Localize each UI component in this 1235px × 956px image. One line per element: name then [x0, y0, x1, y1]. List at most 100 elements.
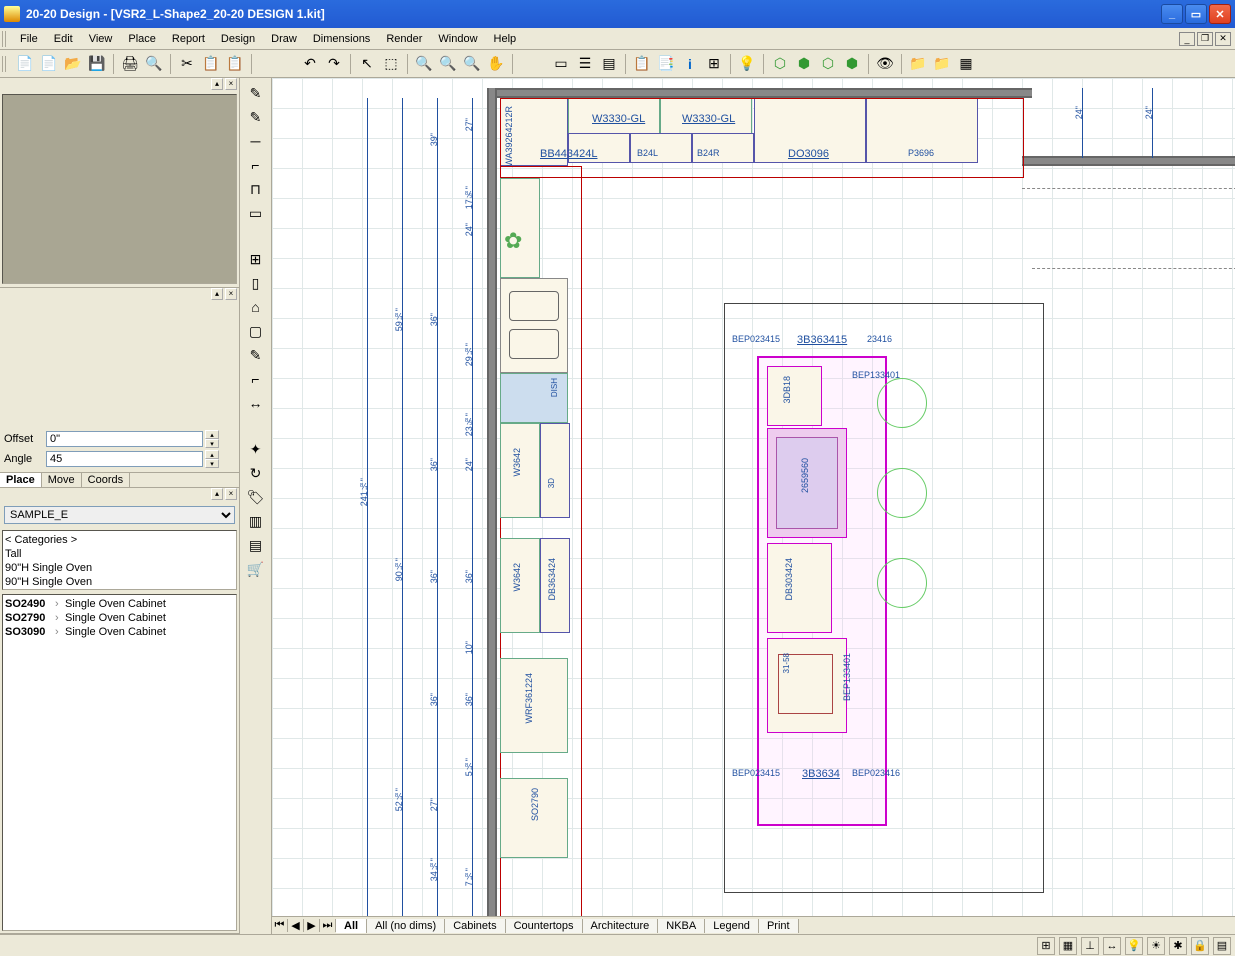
stool[interactable] [877, 378, 927, 428]
canvas-tab-nodims[interactable]: All (no dims) [367, 919, 445, 933]
catalog-categories[interactable]: < Categories > Tall 90"H Single Oven 90"… [2, 530, 237, 590]
angle-input[interactable] [46, 451, 203, 467]
drawing-canvas[interactable]: W3330-GL W3330-GL WA39264212R BB443424L … [272, 78, 1235, 916]
panel-pin-icon[interactable]: ▴ [211, 78, 223, 90]
menu-edit[interactable]: Edit [46, 31, 81, 47]
zoom-fit-icon[interactable]: 🔍 [461, 53, 483, 75]
view1-icon[interactable]: ▭ [550, 53, 572, 75]
angle-down[interactable]: ▾ [205, 459, 219, 468]
tag-icon[interactable]: 🏷 [245, 486, 267, 508]
pan-icon[interactable]: ✋ [485, 53, 507, 75]
select-icon[interactable]: ⬚ [380, 53, 402, 75]
opening-icon[interactable]: ▢ [245, 320, 267, 342]
offset-up[interactable]: ▴ [205, 430, 219, 439]
menu-view[interactable]: View [81, 31, 121, 47]
cabinet[interactable] [767, 366, 822, 426]
eye-icon[interactable]: 👁 [874, 53, 896, 75]
minimize-button[interactable]: _ [1161, 4, 1183, 24]
mdi-close[interactable]: ✕ [1215, 32, 1231, 46]
door-icon[interactable]: ▯ [245, 272, 267, 294]
pointer-icon[interactable]: ↖ [356, 53, 378, 75]
cart-icon[interactable]: 🛒 [245, 558, 267, 580]
wall[interactable] [492, 88, 1032, 98]
tab-prev[interactable]: ◀ [288, 919, 304, 932]
menu-render[interactable]: Render [378, 31, 430, 47]
zoom-in-icon[interactable]: 🔍 [413, 53, 435, 75]
rect-icon[interactable]: ▭ [245, 202, 267, 224]
panel-pin-icon[interactable]: ▴ [211, 288, 223, 300]
paste-icon[interactable]: 📋 [224, 53, 246, 75]
tab-coords[interactable]: Coords [82, 473, 130, 487]
status-dim-icon[interactable]: ↔ [1103, 937, 1121, 955]
cabinet[interactable] [767, 638, 847, 733]
list-icon[interactable]: 📋 [631, 53, 653, 75]
status-star-icon[interactable]: ✱ [1169, 937, 1187, 955]
rotate-icon[interactable]: ↻ [245, 462, 267, 484]
view3-icon[interactable]: ▤ [598, 53, 620, 75]
ushape-icon[interactable]: ⊓ [245, 178, 267, 200]
tab-move[interactable]: Move [42, 473, 82, 487]
folder1-icon[interactable]: 📁 [907, 53, 929, 75]
dim-icon[interactable]: ↔ [245, 392, 267, 414]
box1-icon[interactable]: ⬡ [769, 53, 791, 75]
tab-next[interactable]: ▶ [304, 919, 320, 932]
copy-icon[interactable]: 📋 [200, 53, 222, 75]
stool[interactable] [877, 558, 927, 608]
menu-design[interactable]: Design [213, 31, 263, 47]
tab-last[interactable]: ⏭ [320, 919, 336, 932]
menu-help[interactable]: Help [486, 31, 525, 47]
box2-icon[interactable]: ⬢ [793, 53, 815, 75]
new2-icon[interactable]: 📄 [38, 53, 60, 75]
list-item[interactable]: SO2790›Single Oven Cabinet [5, 611, 234, 625]
lshape-icon[interactable]: ⌐ [245, 154, 267, 176]
zoom-out-icon[interactable]: 🔍 [437, 53, 459, 75]
layer-icon[interactable]: ▥ [245, 510, 267, 532]
folder2-icon[interactable]: 📁 [931, 53, 953, 75]
report-icon[interactable]: 📑 [655, 53, 677, 75]
maximize-button[interactable]: ▭ [1185, 4, 1207, 24]
canvas-tab-all[interactable]: All [336, 919, 367, 933]
status-snap-icon[interactable]: ⊞ [1037, 937, 1055, 955]
status-sun-icon[interactable]: ☀ [1147, 937, 1165, 955]
save-icon[interactable]: 💾 [86, 53, 108, 75]
offset-input[interactable] [46, 431, 203, 447]
status-lock-icon[interactable]: 🔒 [1191, 937, 1209, 955]
pencil2-icon[interactable]: ✎ [245, 106, 267, 128]
mdi-minimize[interactable]: _ [1179, 32, 1195, 46]
list-item[interactable]: SO3090›Single Oven Cabinet [5, 625, 234, 639]
panel-pin-icon[interactable]: ▴ [211, 488, 223, 500]
menu-report[interactable]: Report [164, 31, 213, 47]
status-light-icon[interactable]: 💡 [1125, 937, 1143, 955]
arch-icon[interactable]: ⌂ [245, 296, 267, 318]
box3-icon[interactable]: ⬡ [817, 53, 839, 75]
canvas-tab-countertops[interactable]: Countertops [506, 919, 583, 933]
menu-dimensions[interactable]: Dimensions [305, 31, 378, 47]
undo-icon[interactable]: ↶ [299, 53, 321, 75]
preview-icon[interactable]: 🔍 [143, 53, 165, 75]
status-grid-icon[interactable]: ▦ [1059, 937, 1077, 955]
angle-icon[interactable]: ⌐ [245, 368, 267, 390]
cabinet[interactable] [540, 423, 570, 518]
wall[interactable] [1022, 156, 1235, 166]
menu-draw[interactable]: Draw [263, 31, 305, 47]
breadcrumb[interactable]: < Categories > [5, 533, 234, 547]
status-layers-icon[interactable]: ▤ [1213, 937, 1231, 955]
pencil-icon[interactable]: ✎ [245, 82, 267, 104]
mdi-restore[interactable]: ❐ [1197, 32, 1213, 46]
close-button[interactable]: ✕ [1209, 4, 1231, 24]
menu-place[interactable]: Place [120, 31, 164, 47]
canvas-tab-legend[interactable]: Legend [705, 919, 759, 933]
cat-1[interactable]: Tall [5, 547, 234, 561]
info-icon[interactable]: i [679, 53, 701, 75]
window-icon[interactable]: ⊞ [245, 248, 267, 270]
open-icon[interactable]: 📂 [62, 53, 84, 75]
wand-icon[interactable]: ✦ [245, 438, 267, 460]
tab-first[interactable]: ⏮ [272, 919, 288, 932]
print-icon[interactable]: 🖨 [119, 53, 141, 75]
status-ortho-icon[interactable]: ⊥ [1081, 937, 1099, 955]
list-item[interactable]: SO2490›Single Oven Cabinet [5, 597, 234, 611]
canvas-tab-print[interactable]: Print [759, 919, 799, 933]
canvas-tab-architecture[interactable]: Architecture [583, 919, 659, 933]
menu-file[interactable]: File [12, 31, 46, 47]
grid-icon[interactable]: ▦ [955, 53, 977, 75]
